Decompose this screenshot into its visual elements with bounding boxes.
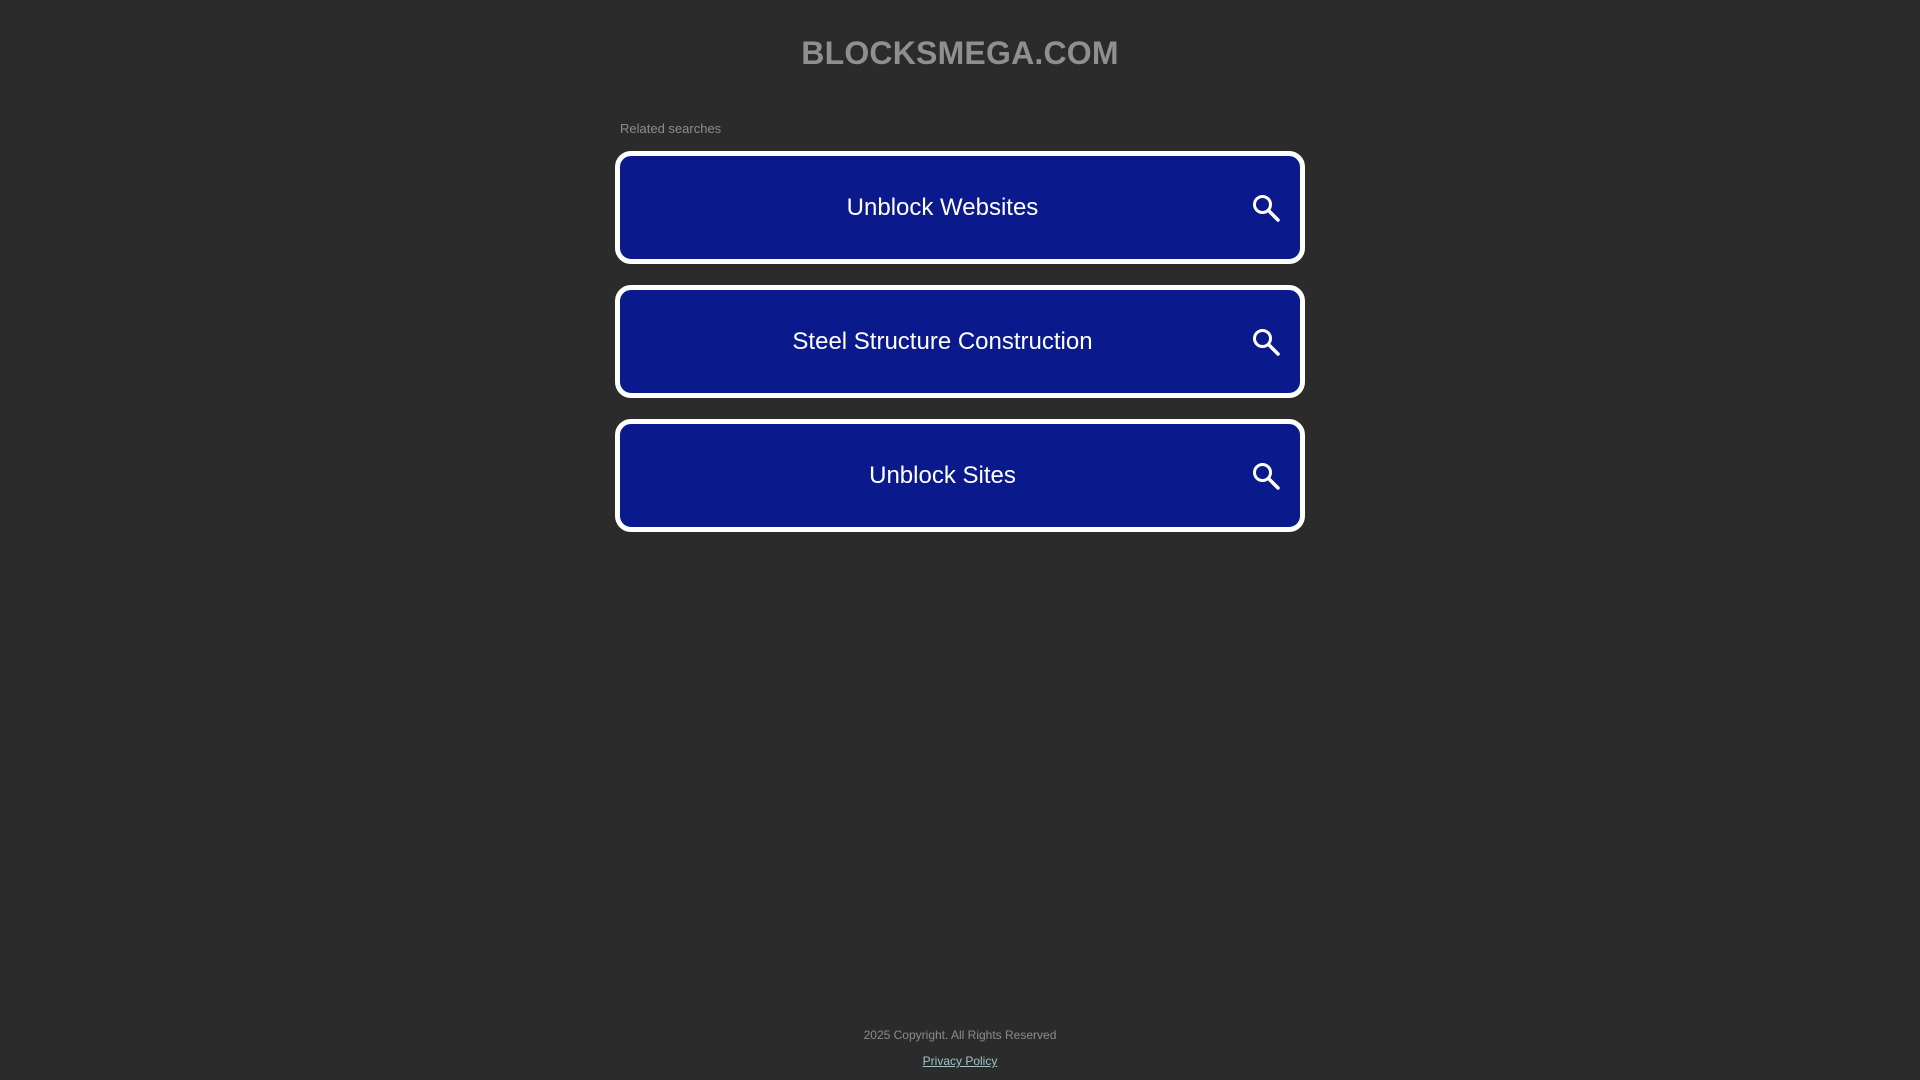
related-searches-label: Related searches — [620, 121, 722, 136]
search-icon — [1253, 328, 1280, 356]
footer-privacy: Privacy Policy — [0, 1053, 1920, 1069]
search-icon — [1253, 462, 1280, 490]
related-search-button-steel-structure-construction[interactable]: Steel Structure Construction — [615, 285, 1305, 398]
site-title: BLOCKSMEGA.COM — [801, 35, 1119, 71]
related-search-label: Unblock Sites — [869, 461, 1016, 489]
related-search-label: Unblock Websites — [846, 193, 1039, 221]
related-search-button-unblock-sites[interactable]: Unblock Sites — [615, 419, 1305, 532]
page: BLOCKSMEGA.COM Related searches Unblock … — [0, 0, 1920, 1080]
related-search-button-unblock-websites[interactable]: Unblock Websites — [615, 151, 1305, 264]
privacy-policy-link[interactable]: Privacy Policy — [923, 1054, 998, 1068]
related-searches-list: Unblock Websites Steel Structure Constru… — [615, 151, 1305, 553]
footer-copyright: 2025 Copyright. All Rights Reserved — [863, 1028, 1057, 1042]
related-search-label: Steel Structure Construction — [792, 327, 1093, 355]
search-icon — [1253, 194, 1280, 222]
